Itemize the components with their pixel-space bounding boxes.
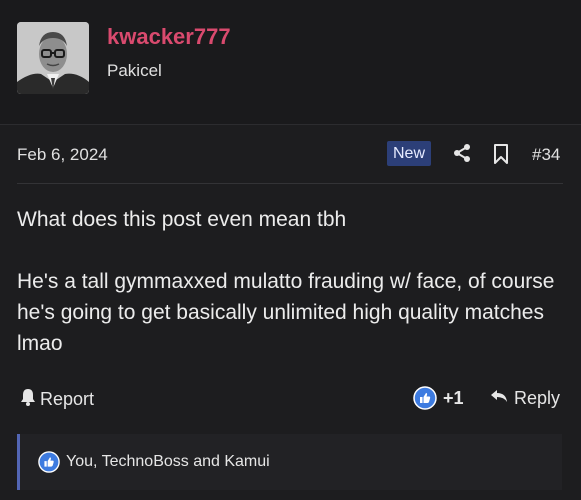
new-badge: New [387, 141, 432, 166]
post-actions: Report +1 Reply [0, 378, 581, 418]
like-icon[interactable] [413, 386, 437, 415]
like-icon [38, 451, 60, 478]
reactions-bar[interactable]: You, TechnoBoss and Kamui [17, 434, 562, 490]
post-meta: Feb 6, 2024 New #34 [0, 124, 581, 184]
report-button[interactable]: Report [20, 388, 94, 411]
user-title: Pakicel [107, 61, 162, 80]
bell-icon [20, 388, 36, 411]
username-link[interactable]: kwacker777 [107, 24, 231, 50]
post-number-link[interactable]: #34 [532, 145, 560, 165]
share-icon[interactable] [452, 143, 472, 163]
bookmark-icon[interactable] [493, 143, 509, 165]
like-count[interactable]: +1 [443, 388, 464, 409]
post-body: What does this post even mean tbh He's a… [17, 204, 562, 359]
reactions-list[interactable]: You, TechnoBoss and Kamui [66, 453, 270, 471]
reply-button[interactable]: Reply [489, 388, 560, 409]
reply-icon [489, 388, 509, 409]
divider [17, 183, 563, 184]
report-label: Report [40, 389, 95, 409]
avatar[interactable] [17, 22, 89, 94]
reply-label: Reply [514, 388, 561, 408]
post-body-line: What does this post even mean tbh [17, 208, 347, 231]
post-body-paragraph: He's a tall gymmaxxed mulatto frauding w… [17, 270, 555, 355]
post-date[interactable]: Feb 6, 2024 [17, 145, 108, 165]
post-header: kwacker777 Pakicel [0, 0, 581, 125]
